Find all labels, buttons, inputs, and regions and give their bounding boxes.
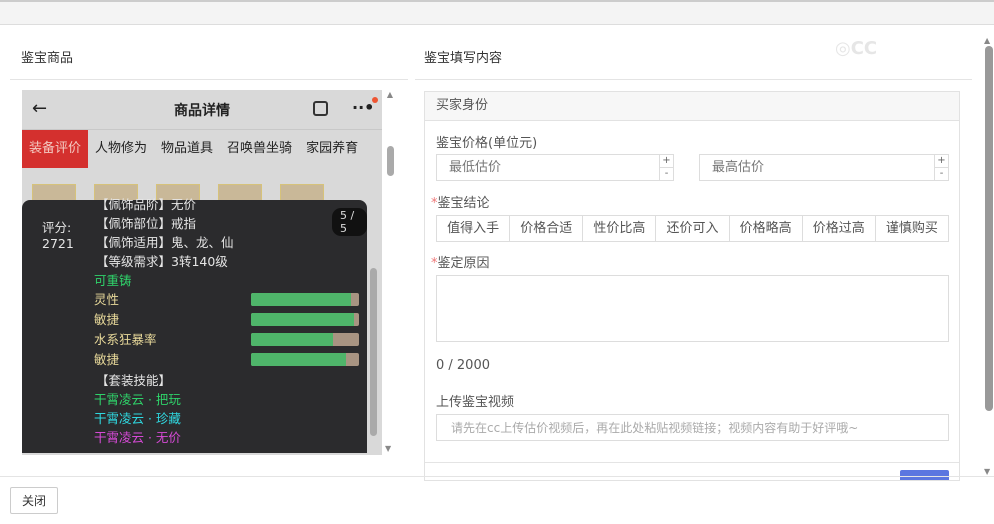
card-title: 买家身份 — [425, 92, 959, 121]
attribute-bar: +19 — [251, 313, 359, 326]
attribute-bar: +18 — [251, 293, 359, 306]
max-price-stepper: +- — [699, 154, 949, 181]
more-dots-icon[interactable]: ··• — [352, 97, 379, 117]
conclusion-option[interactable]: 价格合适 — [510, 216, 584, 241]
set-skill-label: 【套装技能】 — [96, 373, 172, 388]
set-skill: 干霄凌云 · 无价 — [94, 430, 181, 445]
tab-home[interactable]: 家园养育 — [299, 130, 365, 168]
recast-label: 可重铸 — [94, 273, 132, 288]
page-indicator: 5 / 5 — [332, 208, 367, 236]
left-scrollbar[interactable]: ▲ ▼ — [385, 90, 395, 455]
attribute-name: 敏捷 — [94, 312, 120, 327]
attribute-name: 水系狂暴率 — [94, 332, 157, 347]
phone-tabs: 装备评价 人物修为 物品道具 召唤兽坐骑 家园养育 — [22, 130, 382, 168]
footer-divider — [0, 476, 994, 477]
price-label: 鉴宝价格(单位元) — [436, 136, 538, 151]
conclusion-label: 鉴宝结论 — [437, 196, 490, 211]
arrow-left-icon[interactable]: ← — [32, 98, 47, 119]
conclusion-option[interactable]: 值得入手 — [437, 216, 511, 241]
tab-equipment[interactable]: 装备评价 — [22, 130, 89, 168]
phone-title: 商品详情 — [174, 102, 230, 119]
info-line: 【佩饰品阶】无价 — [96, 197, 197, 212]
reason-textarea[interactable] — [436, 275, 949, 342]
equipment-tooltip: 评分: 2721 5 / 5 【佩饰品阶】无价 【佩饰部位】戒指 【佩饰适用】鬼… — [22, 197, 377, 453]
conclusion-option[interactable]: 性价比高 — [583, 216, 657, 241]
left-section-title: 鉴宝商品 — [21, 51, 74, 66]
attribute-bar: +16 — [251, 353, 359, 366]
attribute-bar: +11.4% — [251, 333, 359, 346]
reason-label: 鉴定原因 — [437, 256, 490, 271]
right-scrollbar[interactable]: ▲ ▼ — [984, 36, 994, 476]
min-price-input[interactable] — [437, 155, 659, 180]
set-skill: 干霄凌云 · 珍藏 — [94, 411, 181, 426]
conclusion-option[interactable]: 价格过高 — [803, 216, 876, 241]
set-skill: 干霄凌云 · 把玩 — [94, 392, 181, 407]
divider — [425, 462, 959, 463]
max-price-input[interactable] — [700, 155, 934, 180]
conclusion-option[interactable]: 还价可入 — [656, 216, 730, 241]
increment-button[interactable]: + — [660, 155, 673, 168]
attribute-name: 灵性 — [94, 292, 120, 307]
conclusion-option[interactable]: 价格略高 — [730, 216, 803, 241]
video-link-input[interactable] — [436, 414, 949, 441]
attribute-row: 水系狂暴率 +11.4% — [94, 330, 364, 349]
info-line: 【等级需求】3转140级 — [96, 254, 228, 269]
divider — [10, 79, 408, 80]
conclusion-option[interactable]: 谨慎购买 — [876, 216, 948, 241]
decrement-button[interactable]: - — [935, 168, 948, 180]
watermark-logo: ◎CC — [835, 38, 878, 59]
attribute-row: 敏捷 +19 — [94, 310, 364, 329]
share-icon[interactable] — [313, 101, 328, 116]
attribute-row: 敏捷 +16 — [94, 350, 364, 369]
char-counter: 0 / 2000 — [436, 358, 490, 373]
tab-pets[interactable]: 召唤兽坐骑 — [220, 130, 299, 168]
attribute-row: 灵性 +18 — [94, 290, 364, 309]
top-bar — [0, 0, 994, 25]
min-price-stepper: +- — [436, 154, 674, 181]
info-line: 【佩饰适用】鬼、龙、仙 — [96, 235, 234, 250]
tab-character[interactable]: 人物修为 — [88, 130, 154, 168]
score-value: 2721 — [42, 236, 74, 251]
increment-button[interactable]: + — [935, 155, 948, 168]
divider — [415, 79, 972, 80]
tooltip-scrollbar[interactable] — [370, 268, 377, 436]
info-line: 【佩饰部位】戒指 — [96, 216, 197, 231]
appraisal-form: 买家身份 鉴宝价格(单位元) +- +- *鉴宝结论 值得入手价格合适性价比高还… — [424, 91, 960, 481]
submit-button[interactable] — [900, 470, 949, 480]
decrement-button[interactable]: - — [660, 168, 673, 180]
conclusion-options: 值得入手 价格合适 性价比高 还价可入 价格略高 价格过高 谨慎购买 — [436, 215, 949, 242]
right-section-title: 鉴宝填写内容 — [424, 51, 503, 66]
score-label: 评分: — [42, 220, 72, 235]
video-label: 上传鉴宝视频 — [436, 395, 515, 410]
close-button[interactable]: 关闭 — [10, 487, 58, 514]
attribute-name: 敏捷 — [94, 352, 120, 367]
tab-items[interactable]: 物品道具 — [154, 130, 220, 168]
